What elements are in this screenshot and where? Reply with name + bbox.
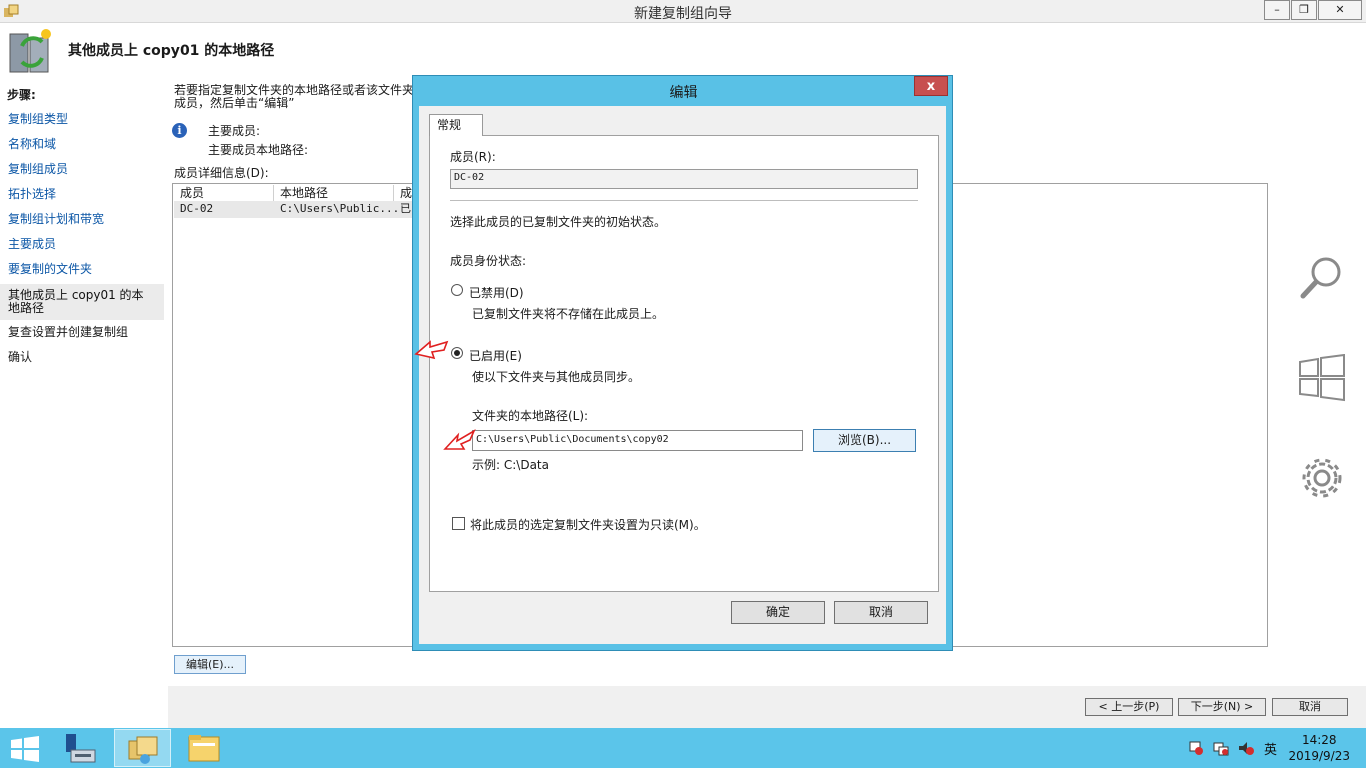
row-member: DC-02 bbox=[180, 202, 214, 215]
local-path-input[interactable]: C:\Users\Public\Documents\copy02 bbox=[472, 430, 803, 451]
tab-general[interactable]: 常规 bbox=[429, 114, 483, 136]
step-confirmation: 确认 bbox=[8, 350, 33, 364]
folder-icon bbox=[188, 735, 220, 762]
next-button[interactable]: 下一步(N) > bbox=[1178, 698, 1266, 716]
disabled-radio[interactable] bbox=[451, 284, 463, 296]
window-titlebar: 新建复制组向导 – ❐ ✕ bbox=[0, 0, 1366, 23]
enabled-radio-label[interactable]: 已启用(E) bbox=[469, 347, 522, 364]
taskbar: 英 14:28 2019/9/23 bbox=[0, 728, 1366, 768]
browse-button[interactable]: 浏览(B)... bbox=[813, 429, 916, 452]
step-name-and-domain[interactable]: 名称和域 bbox=[0, 138, 164, 151]
row-status: 已 bbox=[400, 202, 411, 215]
annotation-arrow-icon bbox=[443, 429, 476, 450]
step-replication-group-type[interactable]: 复制组类型 bbox=[0, 113, 164, 126]
search-icon[interactable] bbox=[1298, 254, 1346, 302]
step-local-path-current: 其他成员上 copy01 的本地路径 bbox=[0, 284, 164, 320]
info-icon: i bbox=[172, 123, 187, 138]
step-primary-member[interactable]: 主要成员 bbox=[0, 238, 164, 251]
start-icon[interactable] bbox=[1298, 354, 1346, 402]
instruction-text: 若要指定复制文件夹的本地路径或者该文件夹 成员，然后单击“编辑” bbox=[174, 84, 414, 110]
network-icon[interactable] bbox=[1213, 740, 1229, 756]
enabled-radio[interactable] bbox=[451, 347, 463, 359]
step-folders-to-replicate[interactable]: 要复制的文件夹 bbox=[0, 263, 164, 276]
dialog-body: 常规 成员(R): DC-02 选择此成员的已复制文件夹的初始状态。 成员身份状… bbox=[419, 106, 946, 644]
clock-date: 2019/9/23 bbox=[1288, 749, 1350, 763]
column-header-local-path[interactable]: 本地路径 bbox=[274, 185, 394, 201]
page-title: 其他成员上 copy01 的本地路径 bbox=[68, 43, 275, 59]
dialog-close-button[interactable]: x bbox=[914, 76, 948, 96]
table-row[interactable]: DC-02 C:\Users\Public... 已 bbox=[174, 201, 414, 218]
steps-sidebar: 步骤: 复制组类型 名称和域 复制组成员 拓扑选择 复制组计划和带宽 主要成员 … bbox=[0, 80, 164, 728]
window-title: 新建复制组向导 bbox=[634, 6, 732, 22]
cancel-button[interactable]: 取消 bbox=[1272, 698, 1348, 716]
server-manager-icon bbox=[66, 734, 96, 763]
step-schedule-bandwidth[interactable]: 复制组计划和带宽 bbox=[0, 213, 164, 226]
primary-path-label: 主要成员本地路径: bbox=[208, 143, 309, 157]
settings-icon[interactable] bbox=[1298, 454, 1346, 502]
state-description: 选择此成员的已复制文件夹的初始状态。 bbox=[450, 215, 667, 229]
edit-button[interactable]: 编辑(E)... bbox=[174, 655, 246, 674]
replication-server-icon bbox=[9, 29, 51, 73]
system-clock[interactable]: 14:28 2019/9/23 bbox=[1288, 732, 1350, 764]
tab-panel-general: 成员(R): DC-02 选择此成员的已复制文件夹的初始状态。 成员身份状态: … bbox=[429, 135, 939, 592]
close-button[interactable]: ✕ bbox=[1318, 0, 1362, 20]
dialog-cancel-button[interactable]: 取消 bbox=[834, 601, 928, 624]
steps-label: 步骤: bbox=[7, 88, 36, 102]
previous-button[interactable]: < 上一步(P) bbox=[1085, 698, 1173, 716]
minimize-button[interactable]: – bbox=[1264, 0, 1290, 20]
wizard-navigation: < 上一步(P) 下一步(N) > 取消 bbox=[168, 686, 1366, 728]
wizard-header: 其他成员上 copy01 的本地路径 bbox=[0, 24, 1366, 80]
taskbar-server-manager[interactable] bbox=[52, 729, 109, 767]
edit-dialog: 编辑 x 常规 成员(R): DC-02 选择此成员的已复制文件夹的初始状态。 … bbox=[412, 75, 953, 651]
disabled-description: 已复制文件夹将不存储在此成员上。 bbox=[472, 307, 665, 321]
taskbar-wizard[interactable] bbox=[114, 729, 171, 767]
enabled-description: 使以下文件夹与其他成员同步。 bbox=[472, 370, 641, 384]
wizard-taskbar-icon bbox=[128, 736, 158, 764]
taskbar-file-explorer[interactable] bbox=[176, 729, 233, 767]
dialog-title: 编辑 bbox=[669, 85, 698, 101]
disabled-radio-label[interactable]: 已禁用(D) bbox=[469, 284, 524, 301]
member-details-label: 成员详细信息(D): bbox=[174, 166, 269, 180]
ime-indicator[interactable]: 英 bbox=[1264, 739, 1277, 758]
charms-bar bbox=[1282, 80, 1366, 686]
membership-status-label: 成员身份状态: bbox=[450, 254, 527, 268]
step-review-create: 复查设置并创建复制组 bbox=[8, 325, 129, 339]
windows-start-icon[interactable] bbox=[10, 736, 40, 762]
member-field: DC-02 bbox=[450, 169, 918, 189]
network-warning-icon[interactable] bbox=[1188, 740, 1204, 756]
step-topology[interactable]: 拓扑选择 bbox=[0, 188, 164, 201]
volume-muted-icon[interactable] bbox=[1238, 740, 1254, 756]
path-example: 示例: C:\Data bbox=[472, 458, 549, 472]
annotation-arrow-icon bbox=[414, 340, 449, 360]
row-path: C:\Users\Public... bbox=[280, 202, 400, 215]
maximize-button[interactable]: ❐ bbox=[1291, 0, 1317, 20]
separator bbox=[450, 200, 918, 201]
readonly-checkbox[interactable] bbox=[452, 517, 465, 530]
primary-member-label: 主要成员: bbox=[208, 124, 261, 138]
instruction-line-2: 成员，然后单击“编辑” bbox=[174, 96, 295, 110]
step-group-members[interactable]: 复制组成员 bbox=[0, 163, 164, 176]
member-label: 成员(R): bbox=[450, 150, 496, 164]
clock-time: 14:28 bbox=[1301, 733, 1337, 747]
column-header-member[interactable]: 成员 bbox=[174, 185, 274, 201]
readonly-checkbox-label[interactable]: 将此成员的选定复制文件夹设置为只读(M)。 bbox=[470, 516, 706, 533]
ok-button[interactable]: 确定 bbox=[731, 601, 825, 624]
local-path-label: 文件夹的本地路径(L): bbox=[472, 409, 589, 423]
